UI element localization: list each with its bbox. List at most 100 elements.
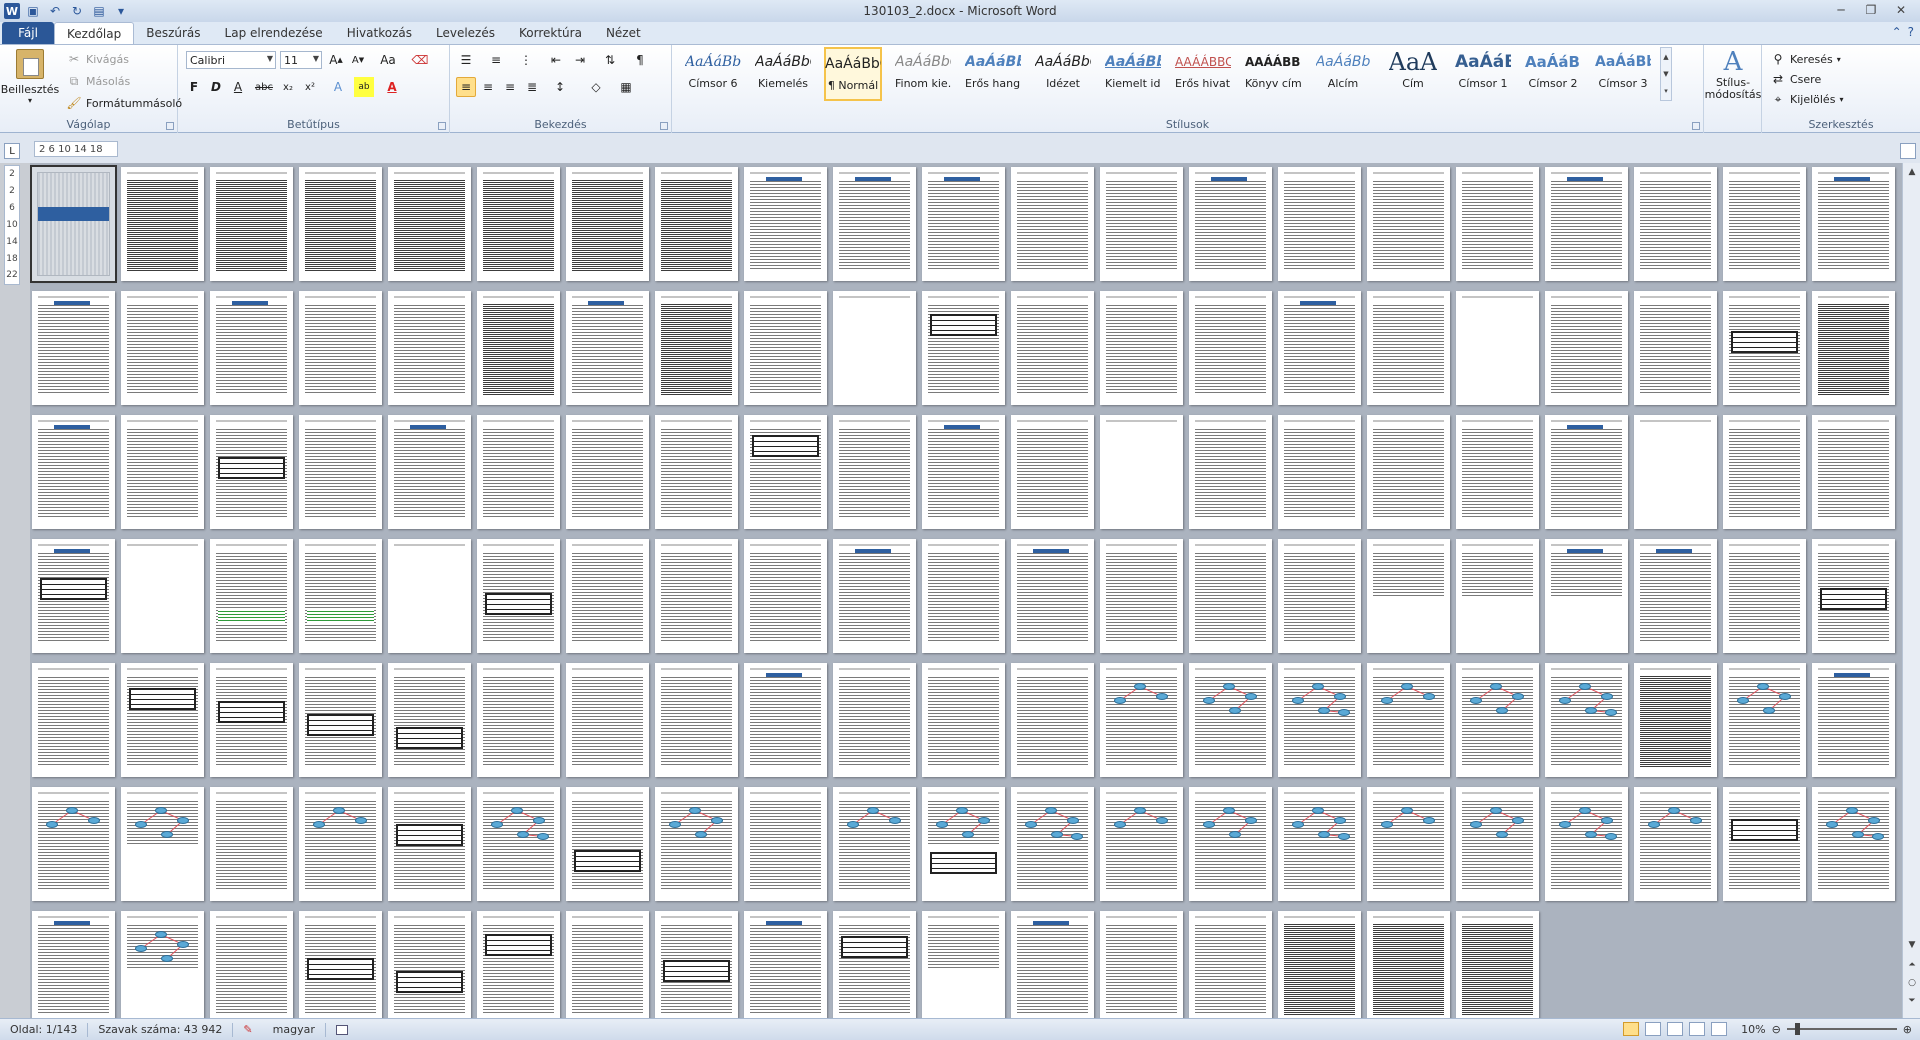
page-thumbnail[interactable] [1278, 911, 1361, 1018]
page-thumbnail[interactable] [922, 415, 1005, 529]
page-thumbnail[interactable] [121, 787, 204, 901]
sort-icon[interactable]: ⇅ [600, 50, 620, 70]
page-thumbnail[interactable] [1723, 415, 1806, 529]
page-thumbnail[interactable] [32, 415, 115, 529]
page-thumbnail[interactable] [477, 415, 560, 529]
document-area[interactable] [30, 163, 1902, 1018]
multilevel-list-icon[interactable]: ⋮ [516, 50, 536, 70]
style-intense-emphasis[interactable]: AaÁáBbC Erős hang... [964, 47, 1022, 101]
bullets-icon[interactable]: ☰ [456, 50, 476, 70]
page-thumbnail[interactable] [121, 539, 204, 653]
page-thumbnail[interactable] [1634, 663, 1717, 777]
page-thumbnail[interactable] [210, 167, 293, 281]
page-thumbnail[interactable] [121, 415, 204, 529]
page-thumbnail[interactable] [655, 415, 738, 529]
page-thumbnail[interactable] [1367, 911, 1450, 1018]
align-center-icon[interactable]: ≡ [478, 77, 498, 97]
page-thumbnail[interactable] [477, 663, 560, 777]
page-thumbnail[interactable] [210, 663, 293, 777]
style-heading-2[interactable]: AaÁáBb Címsor 2 [1524, 47, 1582, 101]
page-thumbnail[interactable] [1812, 291, 1895, 405]
page-thumbnail[interactable] [1011, 787, 1094, 901]
page-thumbnail[interactable] [1011, 539, 1094, 653]
page-thumbnail[interactable] [388, 911, 471, 1018]
page-thumbnail[interactable] [388, 291, 471, 405]
page-thumbnail[interactable] [1278, 787, 1361, 901]
word-logo-icon[interactable]: W [4, 3, 20, 19]
page-thumbnail[interactable] [299, 415, 382, 529]
scroll-down-icon[interactable]: ▼ [1905, 938, 1919, 952]
macro-recording[interactable] [326, 1024, 358, 1035]
page-thumbnail[interactable] [1278, 291, 1361, 405]
increase-indent-icon[interactable]: ⇥ [570, 50, 590, 70]
page-thumbnail[interactable] [32, 787, 115, 901]
page-thumbnail[interactable] [1011, 663, 1094, 777]
minimize-ribbon-icon[interactable]: ⌃ [1892, 25, 1902, 39]
page-thumbnail[interactable] [477, 787, 560, 901]
page-thumbnail[interactable] [1456, 291, 1539, 405]
page-thumbnail[interactable] [744, 291, 827, 405]
next-page-icon[interactable]: ⏷ [1905, 994, 1919, 1008]
page-thumbnail[interactable] [1545, 539, 1628, 653]
page-thumbnail[interactable] [566, 787, 649, 901]
numbering-icon[interactable]: ≡ [486, 50, 506, 70]
page-thumbnail[interactable] [1723, 663, 1806, 777]
page-thumbnail[interactable] [1456, 167, 1539, 281]
page-thumbnail[interactable] [1545, 415, 1628, 529]
tab-mailings[interactable]: Levelezés [424, 22, 507, 44]
maximize-icon[interactable]: ❐ [1856, 0, 1886, 20]
page-thumbnail[interactable] [566, 539, 649, 653]
page-thumbnail[interactable] [833, 787, 916, 901]
subscript-icon[interactable]: x₂ [278, 77, 298, 97]
page-thumbnail[interactable] [744, 415, 827, 529]
page-thumbnail[interactable] [1100, 539, 1183, 653]
tab-home[interactable]: Kezdőlap [54, 22, 135, 44]
page-thumbnail[interactable] [833, 291, 916, 405]
align-left-icon[interactable]: ≡ [456, 77, 476, 97]
line-spacing-icon[interactable]: ↕ [550, 77, 570, 97]
page-thumbnail[interactable] [1812, 787, 1895, 901]
page-thumbnail[interactable] [655, 911, 738, 1018]
page-thumbnail[interactable] [566, 911, 649, 1018]
page-thumbnail[interactable] [922, 663, 1005, 777]
page-thumbnail[interactable] [299, 539, 382, 653]
style-intense-quote[interactable]: AaÁáBbC Kiemelt id... [1104, 47, 1162, 101]
page-thumbnail[interactable] [1189, 167, 1272, 281]
borders-icon[interactable]: ▦ [616, 77, 636, 97]
page-thumbnail[interactable] [1634, 539, 1717, 653]
strikethrough-icon[interactable]: abc [254, 77, 274, 97]
page-thumbnail[interactable] [1456, 787, 1539, 901]
page-thumbnail[interactable] [299, 911, 382, 1018]
page-thumbnail[interactable] [32, 911, 115, 1018]
page-thumbnail[interactable] [1723, 167, 1806, 281]
font-name-combo[interactable]: Calibri ▼ [186, 51, 276, 69]
bold-icon[interactable]: F [184, 77, 204, 97]
print-layout-icon[interactable] [1623, 1022, 1640, 1036]
page-thumbnail[interactable] [1100, 415, 1183, 529]
page-thumbnail[interactable] [922, 911, 1005, 1018]
page-thumbnail[interactable] [1545, 167, 1628, 281]
page-thumbnail[interactable] [1278, 167, 1361, 281]
justify-icon[interactable]: ≣ [522, 77, 542, 97]
page-thumbnail[interactable] [655, 167, 738, 281]
copy-button[interactable]: ⧉ Másolás [66, 71, 131, 91]
dialog-launcher-icon[interactable] [438, 122, 446, 130]
page-thumbnail[interactable] [1545, 291, 1628, 405]
proofing-status[interactable]: ✎ [233, 1023, 262, 1036]
page-thumbnail[interactable] [833, 167, 916, 281]
page-thumbnail[interactable] [1456, 415, 1539, 529]
page-thumbnail[interactable] [744, 663, 827, 777]
page-thumbnail[interactable] [299, 663, 382, 777]
page-thumbnail[interactable] [1634, 167, 1717, 281]
tab-view[interactable]: Nézet [594, 22, 653, 44]
outline-icon[interactable] [1689, 1022, 1706, 1036]
page-thumbnail[interactable] [1189, 911, 1272, 1018]
page-thumbnail[interactable] [299, 787, 382, 901]
page-thumbnail[interactable] [655, 663, 738, 777]
page-thumbnail[interactable] [32, 539, 115, 653]
shrink-font-icon[interactable]: A ▼ [348, 50, 368, 70]
page-thumbnail[interactable] [1189, 291, 1272, 405]
select-button[interactable]: ⌖ Kijelölés ▾ [1770, 89, 1844, 109]
language-indicator[interactable]: magyar [263, 1023, 325, 1036]
page-thumbnail[interactable] [1100, 911, 1183, 1018]
